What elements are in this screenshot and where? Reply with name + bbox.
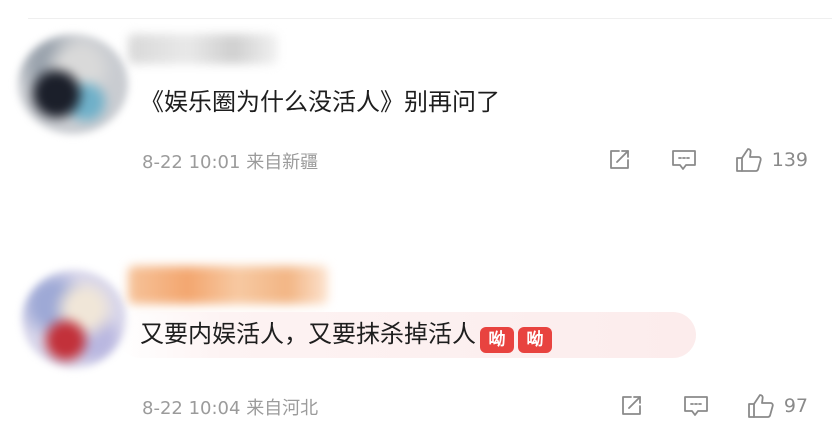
avatar[interactable]	[18, 34, 128, 134]
comment-icon	[671, 150, 696, 170]
comment-actions: 139	[606, 146, 808, 174]
comment-meta: 8-22 10:01 来自新疆	[142, 148, 318, 174]
reply-button[interactable]	[670, 147, 698, 173]
thumbs-up-icon	[735, 148, 762, 172]
like-count: 97	[783, 395, 808, 417]
comment-time: 8-22 10:04	[142, 398, 241, 419]
comment-icon	[683, 396, 708, 416]
emoji-sticker: 呦	[480, 327, 514, 353]
username-blurred[interactable]	[128, 266, 328, 304]
emoji-sticker: 呦	[518, 327, 552, 353]
like-button[interactable]: 139	[734, 146, 808, 174]
comment-item: 又要内娱活人，又要抹杀掉活人呦呦 8-22 10:04 来自河北 97	[0, 238, 832, 445]
avatar[interactable]	[22, 270, 126, 368]
comment-location: 来自新疆	[246, 152, 319, 173]
like-button[interactable]: 97	[746, 392, 808, 420]
reply-button[interactable]	[682, 393, 710, 419]
comment-text-content: 又要内娱活人，又要抹杀掉活人	[140, 320, 476, 348]
comment-time: 8-22 10:01	[142, 152, 241, 173]
thumbs-up-icon	[747, 394, 774, 418]
comment-item: 《娱乐圈为什么没活人》别再问了 8-22 10:01 来自新疆 139	[0, 0, 832, 220]
comment-text: 又要内娱活人，又要抹杀掉活人呦呦	[140, 318, 552, 353]
comment-meta: 8-22 10:04 来自河北	[142, 394, 318, 420]
comment-text: 《娱乐圈为什么没活人》别再问了	[140, 88, 500, 116]
like-count: 139	[771, 149, 808, 171]
share-button[interactable]	[606, 147, 632, 173]
username-blurred[interactable]	[128, 34, 278, 64]
comment-location: 来自河北	[246, 398, 319, 419]
share-icon	[609, 150, 629, 169]
share-button[interactable]	[618, 393, 644, 419]
share-icon	[621, 396, 641, 415]
comment-actions: 97	[618, 392, 808, 420]
